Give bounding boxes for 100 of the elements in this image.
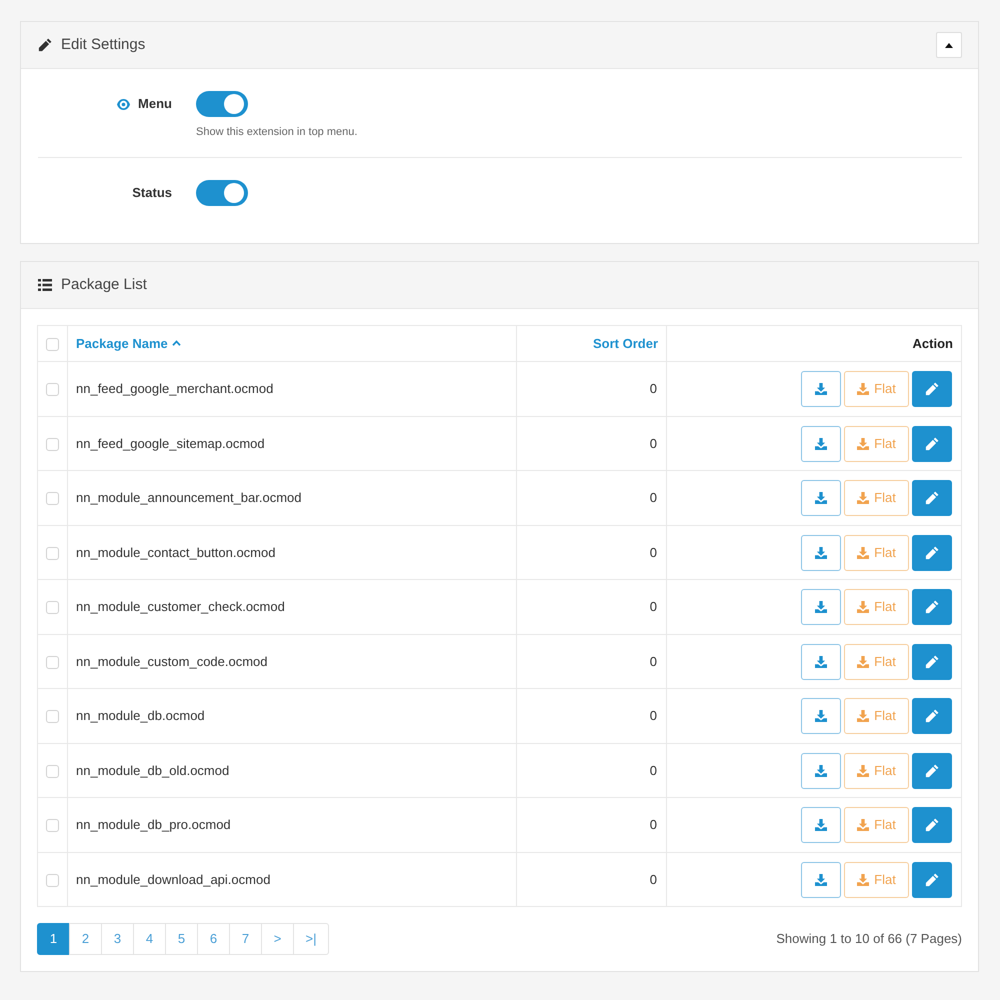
table-cell: nn_module_announcement_bar.ocmod (68, 470, 516, 525)
pagination-summary: Showing 1 to 10 of 66 (7 Pages) (776, 930, 962, 948)
table-cell: nn_module_custom_code.ocmod (68, 634, 516, 688)
page-link[interactable]: 5 (165, 923, 198, 955)
download-button[interactable] (801, 371, 841, 407)
table-cell: nn_module_customer_check.ocmod (68, 580, 516, 634)
column-header: Action (912, 336, 953, 351)
download-icon (857, 601, 870, 613)
panel-title: Edit Settings (61, 35, 146, 55)
row-checkbox[interactable] (46, 710, 59, 724)
table-cell: nn_module_download_api.ocmod (68, 852, 516, 906)
pencil-icon (38, 38, 52, 52)
download-button[interactable] (801, 644, 841, 680)
page-link[interactable]: 1 (37, 923, 70, 955)
flat-download-button[interactable]: Flat (844, 698, 909, 734)
download-icon (857, 546, 870, 558)
table-cell: nn_feed_google_sitemap.ocmod (68, 416, 516, 470)
page-link[interactable]: 7 (229, 923, 262, 955)
download-button[interactable] (801, 534, 841, 570)
download-icon (857, 438, 870, 450)
table-cell: 0 (516, 362, 666, 416)
flat-download-button[interactable]: Flat (844, 480, 909, 516)
download-button[interactable] (801, 698, 841, 734)
pencil-icon (925, 382, 939, 396)
panel-title: Package List (61, 275, 147, 295)
column-header[interactable]: Package Name (76, 336, 181, 351)
column-header[interactable]: Sort Order (592, 336, 658, 351)
field-label: Menu (138, 95, 172, 114)
table-cell: 0 (516, 798, 666, 852)
flat-download-button[interactable]: Flat (844, 862, 909, 898)
download-button[interactable] (801, 862, 841, 898)
download-icon (815, 546, 827, 558)
pencil-icon (925, 654, 939, 668)
pencil-icon (925, 546, 939, 560)
page-link[interactable]: >| (293, 923, 329, 955)
download-button[interactable] (801, 752, 841, 788)
table-cell: 0 (516, 525, 666, 580)
edit-button[interactable] (912, 480, 952, 516)
flat-download-button[interactable]: Flat (844, 752, 909, 788)
download-icon (815, 764, 827, 776)
row-checkbox[interactable] (46, 492, 59, 506)
select-all-checkbox[interactable] (46, 338, 59, 351)
table-cell: nn_feed_google_merchant.ocmod (68, 362, 516, 416)
download-button[interactable] (801, 589, 841, 625)
table-cell: 0 (516, 580, 666, 634)
flat-download-button[interactable]: Flat (844, 589, 909, 625)
download-icon (857, 656, 870, 668)
flat-download-button[interactable]: Flat (844, 644, 909, 680)
edit-button[interactable] (912, 371, 952, 407)
flat-download-button[interactable]: Flat (844, 534, 909, 570)
download-icon (815, 492, 827, 504)
download-icon (857, 710, 870, 722)
edit-button[interactable] (912, 752, 952, 788)
download-button[interactable] (801, 807, 841, 843)
row-checkbox[interactable] (46, 819, 59, 832)
page-link[interactable]: 2 (69, 923, 102, 955)
download-icon (815, 656, 827, 668)
download-icon (815, 819, 827, 831)
help-text: Show this extension in top menu. (196, 125, 358, 139)
flat-download-button[interactable]: Flat (844, 426, 909, 462)
page-link[interactable]: 6 (197, 923, 230, 955)
download-icon (857, 764, 870, 776)
row-checkbox[interactable] (46, 764, 59, 778)
collapse-button[interactable] (936, 32, 962, 58)
pencil-icon (925, 818, 939, 832)
pencil-icon (925, 709, 939, 723)
pencil-icon (925, 491, 939, 505)
row-checkbox[interactable] (46, 656, 59, 669)
table-cell: 0 (516, 688, 666, 743)
table-cell: 0 (516, 634, 666, 688)
edit-button[interactable] (912, 534, 952, 570)
pencil-icon (925, 436, 939, 450)
page-link[interactable]: 3 (101, 923, 134, 955)
download-icon (815, 874, 827, 886)
toggle-switch[interactable] (196, 91, 248, 117)
row-checkbox[interactable] (46, 874, 59, 887)
table-cell: nn_module_db_pro.ocmod (68, 798, 516, 852)
edit-button[interactable] (912, 807, 952, 843)
flat-download-button[interactable]: Flat (844, 807, 909, 843)
edit-button[interactable] (912, 698, 952, 734)
download-button[interactable] (801, 426, 841, 462)
download-button[interactable] (801, 480, 841, 516)
toggle-switch[interactable] (196, 180, 248, 206)
table-cell: 0 (516, 470, 666, 525)
row-checkbox[interactable] (46, 601, 59, 614)
page-link[interactable]: > (261, 923, 294, 955)
row-checkbox[interactable] (46, 383, 59, 396)
edit-button[interactable] (912, 426, 952, 462)
download-icon (857, 492, 870, 504)
page-link[interactable]: 4 (133, 923, 166, 955)
row-checkbox[interactable] (46, 546, 59, 560)
row-checkbox[interactable] (46, 438, 59, 451)
edit-button[interactable] (912, 589, 952, 625)
table-cell: nn_module_db_old.ocmod (68, 743, 516, 798)
pencil-icon (925, 600, 939, 614)
flat-download-button[interactable]: Flat (844, 371, 909, 407)
list-icon (38, 279, 52, 291)
table-cell: nn_module_contact_button.ocmod (68, 525, 516, 580)
edit-button[interactable] (912, 644, 952, 680)
edit-button[interactable] (912, 862, 952, 898)
